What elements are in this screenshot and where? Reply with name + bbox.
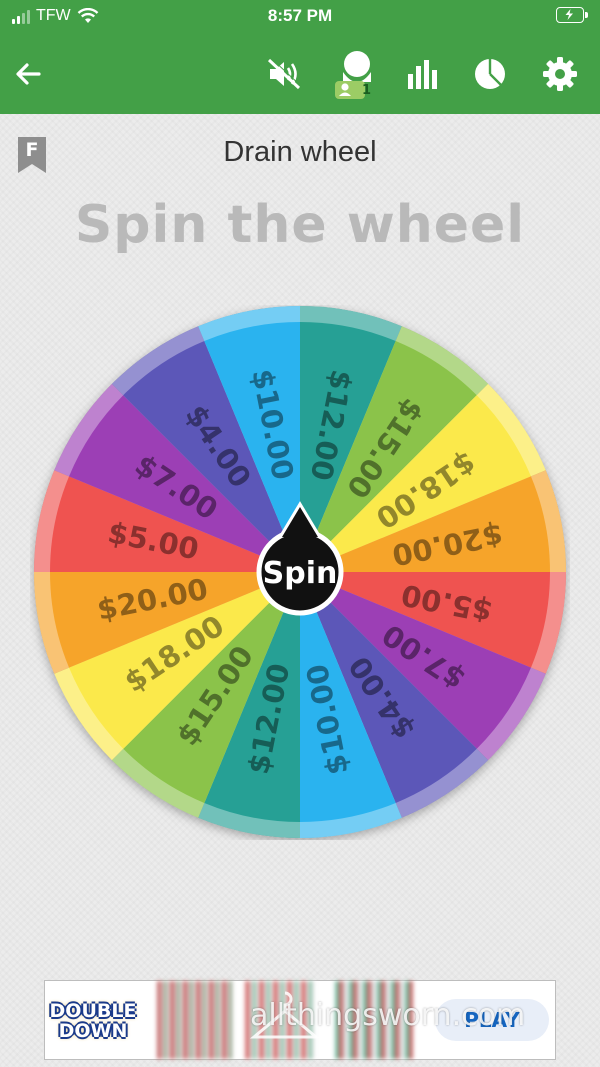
bar-chart-icon (408, 60, 437, 89)
ad-logo[interactable]: DOUBLE DOWN (49, 991, 137, 1051)
stats-button[interactable] (402, 54, 442, 94)
players-count: 1 (362, 83, 372, 98)
pie-chart-icon (475, 59, 505, 89)
spin-label: Spin (263, 556, 338, 591)
back-button[interactable] (8, 54, 48, 94)
gear-icon (543, 57, 577, 91)
status-time: 8:57 PM (267, 6, 333, 25)
status-bar: TFW 8:57 PM (0, 0, 600, 34)
arrow-left-icon (16, 63, 41, 85)
ad-logo-line1: DOUBLE (49, 1000, 137, 1022)
volume-muted-icon (267, 57, 302, 90)
pie-button[interactable] (470, 54, 510, 94)
page-title: Spin the wheel (74, 195, 526, 255)
ad-logo-line2: DOWN (58, 1020, 128, 1042)
wheel-name: Drain wheel (223, 136, 377, 168)
players-icon (335, 51, 371, 99)
settings-button[interactable] (540, 54, 580, 94)
watermark: allthingsworn.com (250, 998, 526, 1033)
ad-image-1 (157, 981, 233, 1059)
players-button[interactable]: 1 (334, 50, 378, 100)
prize-wheel[interactable]: $12.00 $15.00 $18.00 $20.00 $5.00 $7.00 $4.00 $… (30, 305, 570, 840)
mute-button[interactable] (265, 54, 305, 94)
wheel-svg[interactable]: $12.00$15.00$18.00$20.00$5.00$7.00$4.00$… (30, 305, 570, 840)
battery-icon (556, 7, 588, 23)
app-toolbar: 1 (0, 34, 600, 114)
